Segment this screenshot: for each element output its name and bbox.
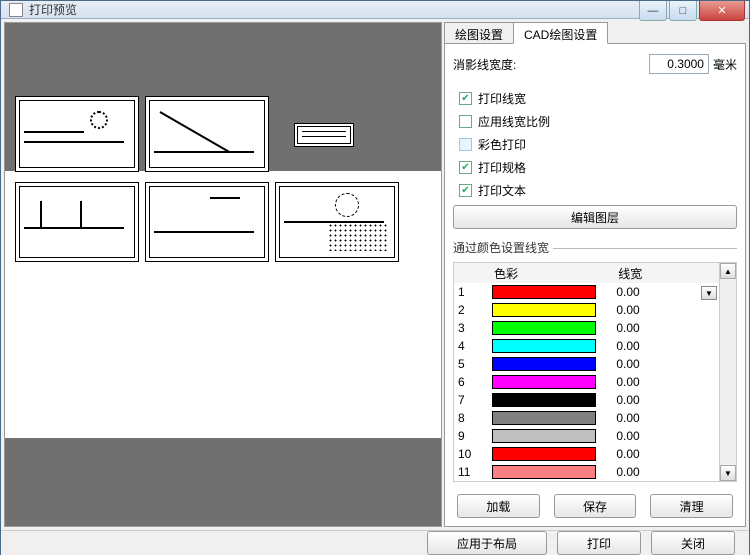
checkbox-icon: ✔ (459, 161, 472, 174)
row-linewidth[interactable]: 0.00 (612, 303, 719, 317)
save-button[interactable]: 保存 (554, 494, 637, 518)
tab-cad-draw-settings[interactable]: CAD绘图设置 (513, 22, 608, 44)
window-controls: — □ ✕ (637, 1, 745, 21)
row-color[interactable] (490, 374, 612, 390)
table-row[interactable]: 1 0.00▼ (454, 283, 719, 301)
table-row[interactable]: 20.00 (454, 301, 719, 319)
color-table: 色彩 线宽 10.00▼20.0030.0040.0050.0060.0070.… (453, 262, 737, 482)
titlebar: 打印预览 — □ ✕ (1, 1, 749, 19)
row-linewidth[interactable]: 0.00▼ (612, 285, 719, 299)
row-index: 8 (454, 411, 490, 425)
clear-button[interactable]: 清理 (650, 494, 733, 518)
row-index: 6 (454, 375, 490, 389)
table-row[interactable]: 40.00 (454, 337, 719, 355)
preview-gray-bottom (5, 438, 441, 526)
row-linewidth[interactable]: 0.00 (612, 447, 719, 461)
color-rows: 10.00▼20.0030.0040.0050.0060.0070.0080.0… (454, 283, 719, 481)
footer: 应用于布局 打印 关闭 (1, 530, 749, 555)
header-linewidth: 线宽 (614, 263, 719, 283)
row-linewidth[interactable]: 0.00 (612, 393, 719, 407)
tab-draw-settings[interactable]: 绘图设置 (444, 22, 514, 44)
scrollbar[interactable]: ▲ ▼ (719, 263, 736, 481)
side-panel: 绘图设置 CAD绘图设置 消影线宽度: 毫米 ✔ 打印线宽 (444, 22, 746, 527)
row-color[interactable] (490, 302, 612, 318)
row-linewidth[interactable]: 0.00 (612, 339, 719, 353)
table-row[interactable]: 60.00 (454, 373, 719, 391)
side-buttons: 加载 保存 清理 (453, 488, 737, 520)
row-linewidth[interactable]: 0.00 (612, 321, 719, 335)
load-button[interactable]: 加载 (457, 494, 540, 518)
shadow-width-label: 消影线宽度: (453, 56, 516, 73)
scroll-down-icon[interactable]: ▼ (720, 465, 736, 481)
row-linewidth[interactable]: 0.00 (612, 429, 719, 443)
row-index: 1 (454, 285, 490, 299)
shadow-width-row: 消影线宽度: 毫米 (453, 54, 737, 74)
chk-print-linewidth[interactable]: ✔ 打印线宽 (459, 90, 737, 107)
table-row[interactable]: 70.00 (454, 391, 719, 409)
table-row[interactable]: 110.00 (454, 463, 719, 481)
row-color[interactable] (490, 392, 612, 408)
close-dialog-button[interactable]: 关闭 (651, 531, 735, 555)
maximize-button[interactable]: □ (669, 1, 697, 21)
row-linewidth[interactable]: 0.00 (612, 465, 719, 479)
minimize-button[interactable]: — (639, 1, 667, 21)
row-index: 11 (454, 465, 490, 479)
close-button[interactable]: ✕ (699, 1, 745, 21)
checkbox-icon (459, 115, 472, 128)
row-linewidth[interactable]: 0.00 (612, 357, 719, 371)
preview-sheet (5, 171, 441, 438)
row-color[interactable] (490, 356, 612, 372)
shadow-width-input[interactable] (649, 54, 709, 74)
app-icon (9, 3, 23, 17)
header-color: 色彩 (490, 263, 614, 283)
row-color[interactable] (490, 320, 612, 336)
chk-apply-scale[interactable]: 应用线宽比例 (459, 113, 737, 130)
apply-layout-button[interactable]: 应用于布局 (427, 531, 547, 555)
table-row[interactable]: 30.00 (454, 319, 719, 337)
chk-print-spec[interactable]: ✔ 打印规格 (459, 159, 737, 176)
row-color[interactable] (490, 446, 612, 462)
row-index: 3 (454, 321, 490, 335)
row-index: 10 (454, 447, 490, 461)
row-index: 4 (454, 339, 490, 353)
table-row[interactable]: 90.00 (454, 427, 719, 445)
row-linewidth[interactable]: 0.00 (612, 375, 719, 389)
row-color[interactable] (490, 428, 612, 444)
chk-color-print[interactable]: 彩色打印 (459, 136, 737, 153)
preview-pane (4, 22, 442, 527)
checkbox-group: ✔ 打印线宽 应用线宽比例 彩色打印 ✔ 打印规格 (459, 90, 737, 199)
scroll-up-icon[interactable]: ▲ (720, 263, 736, 279)
checkbox-icon (459, 138, 472, 151)
dropdown-icon[interactable]: ▼ (701, 286, 717, 300)
row-index: 2 (454, 303, 490, 317)
print-button[interactable]: 打印 (557, 531, 641, 555)
edit-layers-button[interactable]: 编辑图层 (453, 205, 737, 229)
checkbox-icon: ✔ (459, 92, 472, 105)
tab-body: 消影线宽度: 毫米 ✔ 打印线宽 应用线宽比例 (444, 43, 746, 527)
group-label: 通过颜色设置线宽 (453, 239, 737, 256)
row-color[interactable] (490, 464, 612, 480)
window: 打印预览 — □ ✕ (0, 0, 750, 555)
row-color[interactable] (490, 410, 612, 426)
row-index: 7 (454, 393, 490, 407)
checkbox-icon: ✔ (459, 184, 472, 197)
row-index: 9 (454, 429, 490, 443)
color-table-header: 色彩 线宽 (454, 263, 719, 283)
tabs: 绘图设置 CAD绘图设置 (444, 22, 746, 44)
row-index: 5 (454, 357, 490, 371)
shadow-width-unit: 毫米 (713, 56, 737, 73)
row-color[interactable] (490, 338, 612, 354)
table-row[interactable]: 80.00 (454, 409, 719, 427)
body: 绘图设置 CAD绘图设置 消影线宽度: 毫米 ✔ 打印线宽 (1, 19, 749, 530)
row-color[interactable] (490, 284, 612, 300)
chk-print-text[interactable]: ✔ 打印文本 (459, 182, 737, 199)
table-row[interactable]: 100.00 (454, 445, 719, 463)
table-row[interactable]: 50.00 (454, 355, 719, 373)
row-linewidth[interactable]: 0.00 (612, 411, 719, 425)
